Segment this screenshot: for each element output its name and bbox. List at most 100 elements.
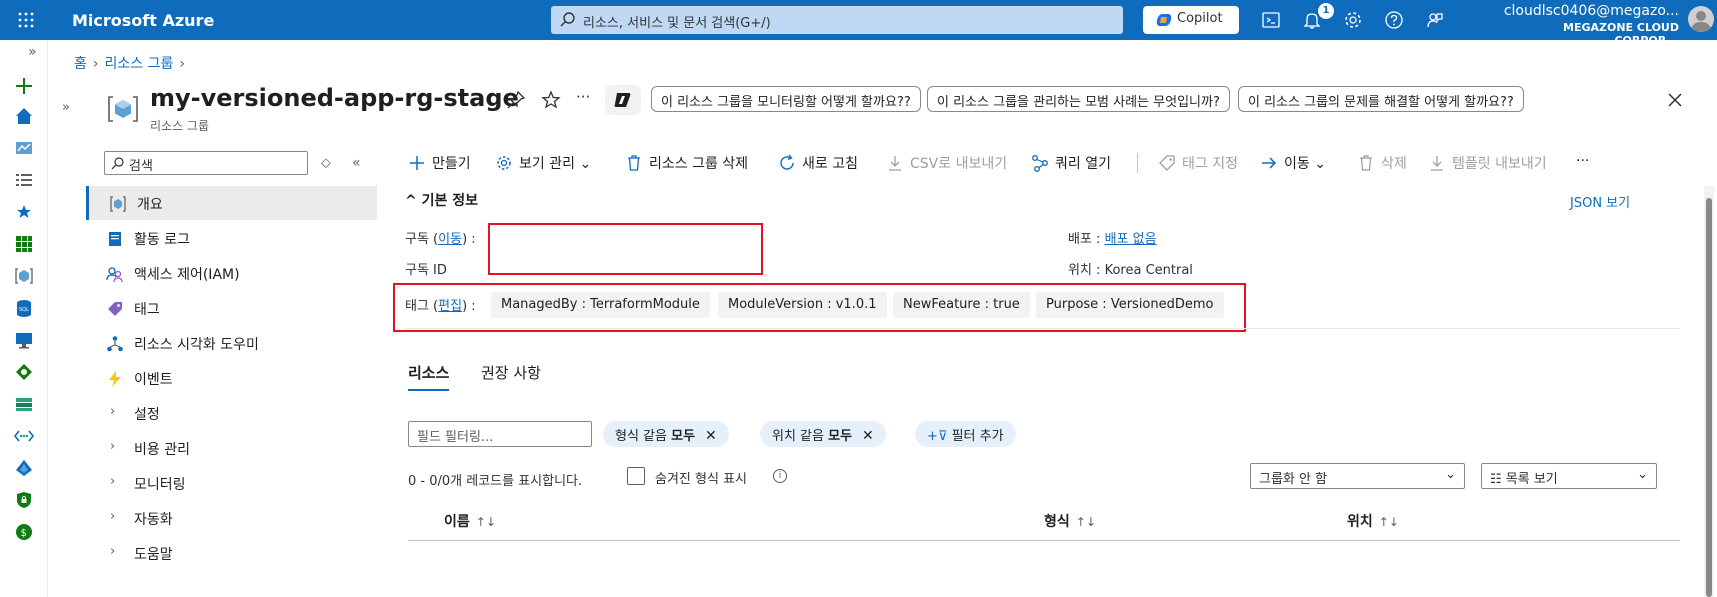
tag-chip[interactable]: ManagedBy : TerraformModule bbox=[491, 292, 710, 318]
cost-management-icon[interactable]: $ bbox=[14, 522, 34, 542]
menu-item-overview[interactable]: 개요 bbox=[86, 186, 377, 220]
type-filter-pill[interactable]: 형식 같음 모두 ✕ bbox=[603, 421, 729, 447]
subscription-move-link[interactable]: 이동 bbox=[438, 232, 462, 247]
add-filter-button[interactable]: +⊽ 필터 추가 bbox=[915, 421, 1016, 447]
collapse-menu-icon[interactable]: » bbox=[62, 100, 70, 115]
menu-item-iam[interactable]: 액세스 제어(IAM) bbox=[86, 256, 377, 290]
home-icon[interactable] bbox=[14, 106, 34, 126]
all-resources-icon[interactable] bbox=[14, 234, 34, 254]
delete-resource-group-button[interactable]: 리소스 그룹 삭제 bbox=[625, 153, 748, 173]
expand-portal-menu-icon[interactable]: » bbox=[28, 44, 37, 60]
page-subtitle: 리소스 그룹 bbox=[150, 119, 210, 133]
create-button[interactable]: 만들기 bbox=[408, 153, 471, 173]
tags-edit-link[interactable]: 편집 bbox=[438, 299, 462, 314]
suggestion-chip[interactable]: 이 리소스 그룹의 문제를 해결할 어떻게 할까요?? bbox=[1238, 86, 1524, 112]
menu-item-resource-visualizer[interactable]: 리소스 시각화 도우미 bbox=[86, 326, 377, 360]
suggestion-chip[interactable]: 이 리소스 그룹을 모니터링할 어떻게 할까요?? bbox=[651, 86, 921, 112]
pin-icon[interactable] bbox=[506, 90, 526, 110]
load-balancer-icon[interactable] bbox=[14, 362, 34, 382]
essentials-toggle[interactable]: ^ 기본 정보 bbox=[405, 190, 478, 210]
search-placeholder: 리소스, 서비스 및 문서 검색(G+/) bbox=[583, 16, 771, 31]
delete-button[interactable]: 삭제 bbox=[1357, 153, 1407, 173]
feedback-icon[interactable] bbox=[1425, 10, 1445, 30]
account-info[interactable]: cloudlsc0406@megazo... MEGAZONE CLOUD CO… bbox=[1499, 3, 1679, 47]
virtual-machine-icon[interactable] bbox=[14, 330, 34, 350]
json-view-link[interactable]: JSON 보기 bbox=[1570, 192, 1630, 211]
open-query-button[interactable]: 쿼리 열기 bbox=[1031, 153, 1111, 173]
menu-item-help[interactable]: › 도움말 bbox=[86, 536, 377, 570]
location-filter-prefix: 위치 같음 bbox=[772, 429, 824, 444]
location-filter-pill[interactable]: 위치 같음 모두 ✕ bbox=[760, 421, 886, 447]
dashboard-icon[interactable] bbox=[14, 138, 34, 158]
manage-view-button[interactable]: 보기 관리 ⌄ bbox=[495, 153, 591, 173]
brand-name[interactable]: Microsoft Azure bbox=[72, 11, 214, 30]
gear-icon bbox=[497, 156, 511, 170]
avatar[interactable] bbox=[1688, 6, 1714, 32]
move-button[interactable]: 이동 ⌄ bbox=[1260, 153, 1326, 173]
menu-item-activity-log[interactable]: 활동 로그 bbox=[86, 221, 377, 255]
show-hidden-types-checkbox[interactable] bbox=[627, 467, 645, 485]
resource-groups-icon[interactable] bbox=[14, 266, 34, 286]
more-commands-icon[interactable]: ··· bbox=[1576, 153, 1589, 169]
global-search-input[interactable]: 리소스, 서비스 및 문서 검색(G+/) bbox=[551, 6, 1123, 34]
field-filter-input[interactable]: 필드 필터링... bbox=[408, 421, 592, 447]
copilot-label: Copilot bbox=[1177, 11, 1223, 26]
menu-item-settings[interactable]: › 설정 bbox=[86, 396, 377, 430]
resource-visualizer-icon bbox=[107, 336, 123, 352]
column-header-name[interactable]: 이름 ↑↓ bbox=[444, 511, 496, 531]
cloud-shell-icon[interactable] bbox=[1261, 10, 1281, 30]
sort-toggle-icon[interactable]: ⬦ bbox=[321, 155, 337, 171]
security-center-icon[interactable] bbox=[14, 490, 34, 510]
breadcrumb-resource-groups[interactable]: 리소스 그룹 bbox=[105, 56, 174, 72]
menu-item-events[interactable]: 이벤트 bbox=[86, 361, 377, 395]
tab-resources[interactable]: 리소스 bbox=[408, 362, 450, 391]
view-select[interactable]: ☷ 목록 보기 ⌄ bbox=[1481, 463, 1657, 489]
close-icon[interactable] bbox=[1665, 90, 1685, 110]
breadcrumb-home[interactable]: 홈 bbox=[74, 56, 87, 72]
delete-label: 삭제 bbox=[1381, 156, 1407, 172]
suggestion-chip[interactable]: 이 리소스 그룹을 관리하는 모범 사례는 무엇입니까? bbox=[927, 86, 1230, 112]
collapse-panel-icon[interactable]: « bbox=[352, 155, 368, 171]
favorite-star-icon[interactable] bbox=[541, 90, 561, 110]
tag-chip[interactable]: NewFeature : true bbox=[893, 292, 1030, 318]
column-header-location[interactable]: 위치 ↑↓ bbox=[1347, 511, 1399, 531]
remove-filter-icon[interactable]: ✕ bbox=[705, 428, 717, 444]
menu-item-tags[interactable]: 태그 bbox=[86, 291, 377, 325]
storage-account-icon[interactable] bbox=[14, 394, 34, 414]
subscription-id-label: 구독 ID bbox=[405, 263, 447, 278]
export-csv-label: CSV로 내보내기 bbox=[910, 156, 1008, 172]
deployment-link[interactable]: 배포 없음 bbox=[1105, 232, 1157, 247]
info-icon[interactable]: i bbox=[773, 469, 787, 483]
menu-item-monitoring[interactable]: › 모니터링 bbox=[86, 466, 377, 500]
tab-recommendations[interactable]: 권장 사항 bbox=[481, 362, 541, 383]
help-icon[interactable] bbox=[1384, 10, 1404, 30]
scrollbar-thumb[interactable] bbox=[1706, 198, 1712, 597]
menu-item-cost-management[interactable]: › 비용 관리 bbox=[86, 431, 377, 465]
settings-gear-icon[interactable] bbox=[1343, 10, 1363, 30]
export-csv-button[interactable]: CSV로 내보내기 bbox=[886, 153, 1007, 173]
vertical-scrollbar[interactable] bbox=[1704, 186, 1714, 597]
sql-database-icon[interactable]: SQL bbox=[14, 298, 34, 318]
refresh-button[interactable]: 새로 고침 bbox=[778, 153, 858, 173]
export-template-button[interactable]: 템플릿 내보내기 bbox=[1428, 153, 1547, 173]
manage-view-label: 보기 관리 bbox=[519, 156, 575, 172]
copilot-suggest-button[interactable] bbox=[605, 85, 641, 115]
favorites-star-icon[interactable] bbox=[14, 202, 34, 222]
app-launcher-icon[interactable] bbox=[16, 10, 36, 30]
column-header-type[interactable]: 형식 ↑↓ bbox=[1044, 511, 1096, 531]
tag-chip[interactable]: Purpose : VersionedDemo bbox=[1036, 292, 1224, 318]
virtual-network-icon[interactable] bbox=[14, 426, 34, 446]
create-resource-icon[interactable] bbox=[14, 76, 34, 96]
menu-search-input[interactable]: 검색 bbox=[104, 151, 308, 175]
all-services-icon[interactable] bbox=[14, 170, 34, 190]
grouping-select[interactable]: 그룹화 안 함 ⌄ bbox=[1250, 463, 1465, 489]
copilot-button[interactable]: Copilot bbox=[1143, 6, 1239, 34]
assign-tags-button[interactable]: 태그 지정 bbox=[1158, 153, 1238, 173]
menu-item-automation[interactable]: › 자동화 bbox=[86, 501, 377, 535]
tag-chip[interactable]: ModuleVersion : v1.0.1 bbox=[718, 292, 887, 318]
more-actions-icon[interactable]: ··· bbox=[576, 88, 590, 106]
type-filter-prefix: 형식 같음 bbox=[615, 429, 667, 444]
entra-id-icon[interactable] bbox=[14, 458, 34, 478]
divider bbox=[405, 328, 1680, 329]
remove-filter-icon[interactable]: ✕ bbox=[862, 428, 874, 444]
